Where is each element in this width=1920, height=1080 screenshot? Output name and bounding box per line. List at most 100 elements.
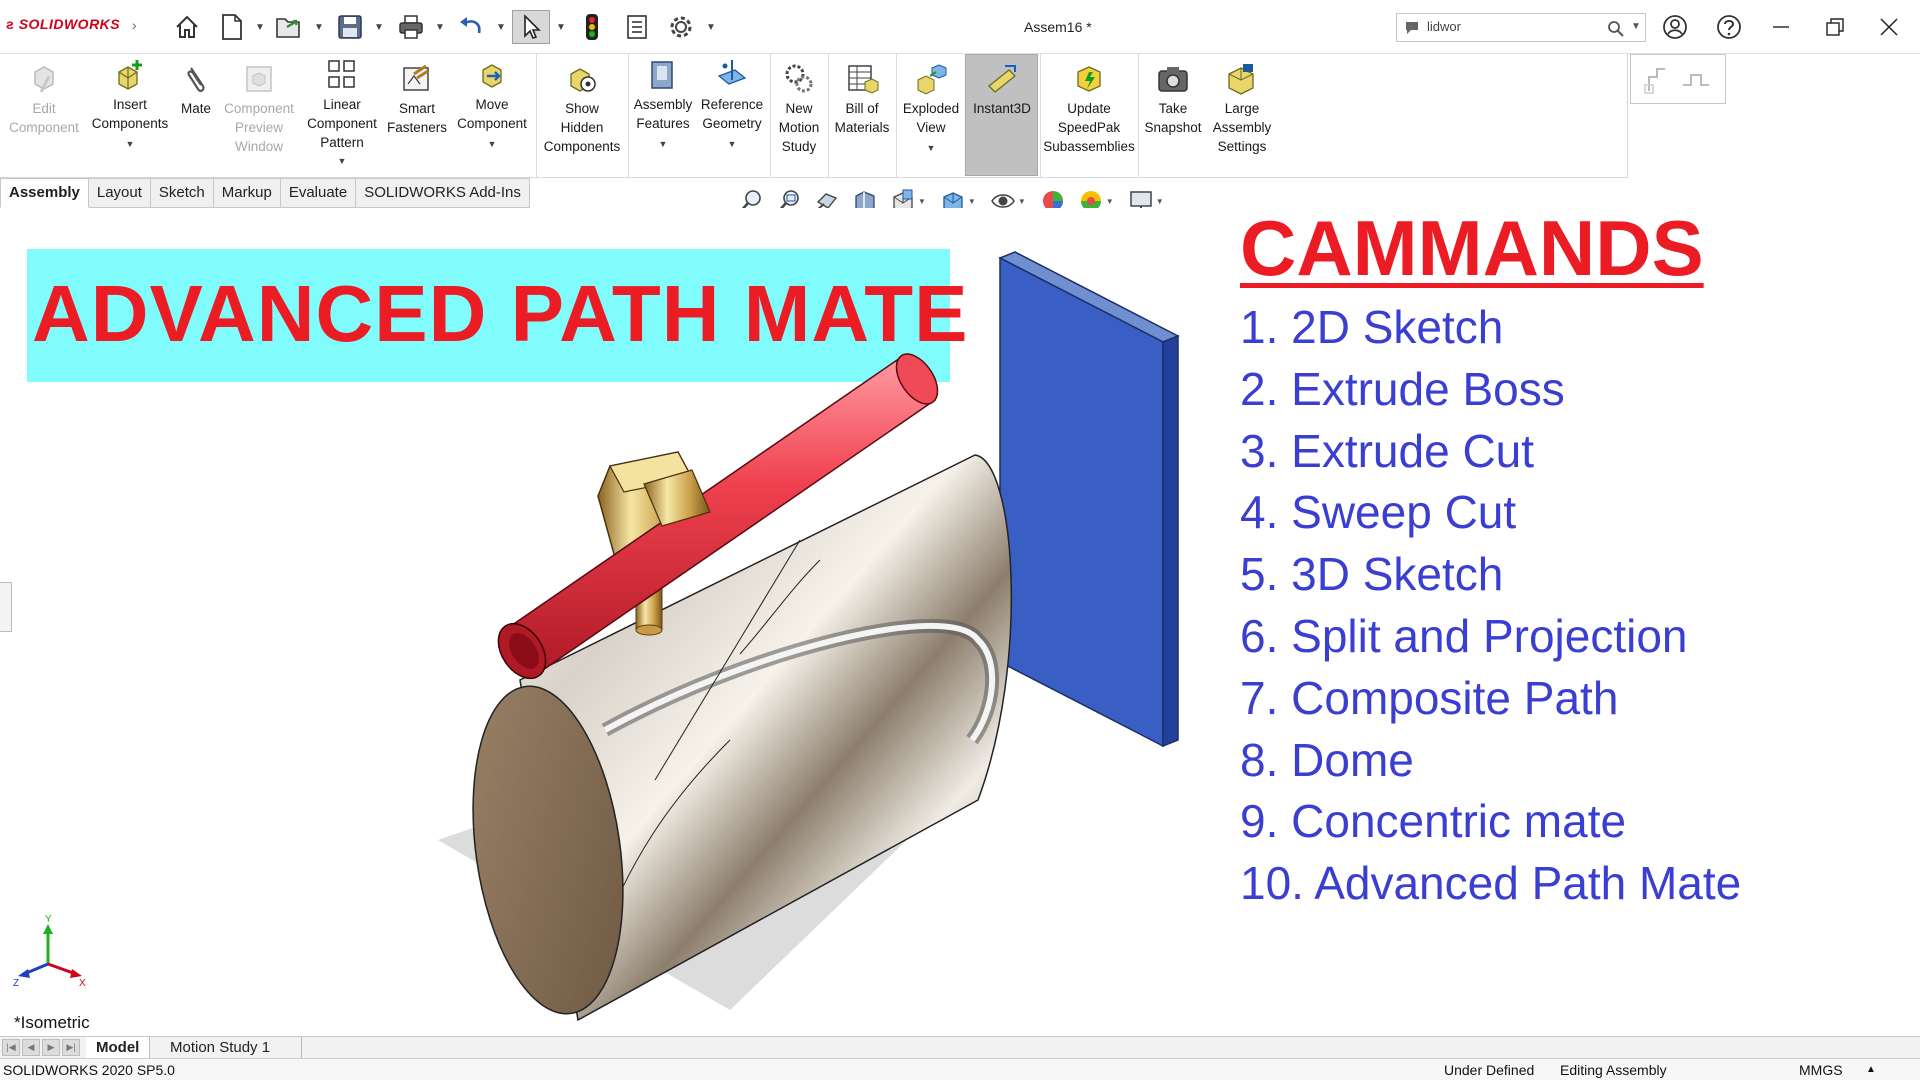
bill-of-materials-button[interactable]: Bill of Materials — [830, 62, 894, 137]
tab-model[interactable]: Model — [86, 1037, 151, 1059]
reference-geometry-dropdown-icon[interactable]: ▼ — [696, 135, 768, 154]
bill-of-materials-label-2: Materials — [834, 120, 890, 135]
next-tab-icon[interactable]: ▶ — [42, 1039, 60, 1056]
undo-dropdown-icon[interactable]: ▼ — [496, 22, 506, 33]
triad-y-label: Y — [45, 914, 52, 925]
assembly-model[interactable] — [430, 240, 1210, 1030]
linear-pattern-dropdown-icon[interactable]: ▼ — [300, 152, 384, 171]
search-dropdown-icon[interactable]: ▼ — [1631, 21, 1641, 32]
print-icon[interactable] — [395, 10, 427, 44]
open-icon[interactable] — [274, 10, 306, 44]
linear-pattern-label-2: Component — [307, 116, 377, 131]
tab-markup[interactable]: Markup — [213, 178, 281, 208]
commands-heading: CAMMANDS — [1240, 204, 1704, 292]
motion-study-label-3: Study — [781, 139, 817, 154]
display-style-dropdown-icon[interactable]: ▼ — [968, 197, 976, 206]
reference-geometry-button[interactable]: Reference Geometry ▼ — [696, 58, 768, 154]
assembly-features-button[interactable]: Assembly Features ▼ — [630, 58, 696, 154]
title-bar: ƨ SOLIDWORKS › ▼ ▼ ▼ ▼ ▼ ▼ ▼ Assem16 * l… — [0, 0, 1920, 54]
tab-assembly[interactable]: Assembly — [0, 178, 89, 208]
move-component-button[interactable]: Move Component ▼ — [452, 58, 532, 154]
tab-layout[interactable]: Layout — [88, 178, 151, 208]
show-hidden-label-1: Show — [565, 101, 599, 116]
exploded-view-dropdown-icon[interactable]: ▼ — [898, 139, 964, 158]
rebuild-icon[interactable] — [580, 10, 604, 44]
exploded-view-button[interactable]: Exploded View ▼ — [898, 62, 964, 158]
undo-icon[interactable] — [455, 10, 487, 44]
file-properties-icon[interactable] — [622, 10, 652, 44]
instant3d-label: Instant3D — [973, 101, 1031, 116]
large-assembly-settings-button[interactable]: Large Assembly Settings — [1206, 62, 1278, 156]
home-icon[interactable] — [170, 10, 204, 44]
ribbon-separator — [1138, 54, 1139, 178]
tab-sketch[interactable]: Sketch — [150, 178, 214, 208]
save-dropdown-icon[interactable]: ▼ — [374, 22, 384, 33]
select-dropdown-icon[interactable]: ▼ — [556, 22, 566, 33]
view-orientation-dropdown-icon[interactable]: ▼ — [918, 197, 926, 206]
first-tab-icon[interactable]: |◀ — [2, 1039, 20, 1056]
view-settings-dropdown-icon[interactable]: ▼ — [1156, 197, 1164, 206]
close-icon[interactable] — [1872, 12, 1906, 42]
component-preview-label-1: Component — [224, 101, 294, 116]
take-snapshot-button[interactable]: Take Snapshot — [1140, 62, 1206, 137]
unit-system-dropdown-icon[interactable]: ▲ — [1866, 1064, 1876, 1075]
search-icon[interactable] — [1607, 20, 1625, 38]
select-icon[interactable] — [512, 10, 550, 44]
last-tab-icon[interactable]: ▶| — [62, 1039, 80, 1056]
component-preview-label-2: Preview — [234, 120, 283, 135]
hide-show-dropdown-icon[interactable]: ▼ — [1018, 197, 1026, 206]
move-component-icon — [475, 58, 509, 92]
apply-scene-dropdown-icon[interactable]: ▼ — [1106, 197, 1114, 206]
instant3d-button[interactable]: Instant3D — [966, 62, 1038, 118]
component-preview-window-button[interactable]: Component Preview Window — [218, 62, 300, 156]
new-dropdown-icon[interactable]: ▼ — [255, 22, 265, 33]
search-input[interactable] — [1427, 19, 1587, 34]
command-item: 2. Extrude Boss — [1240, 362, 1565, 415]
move-component-label-2: Component — [457, 116, 527, 131]
save-icon[interactable] — [334, 10, 366, 44]
mate-button[interactable]: Mate — [176, 62, 216, 118]
take-snapshot-label-1: Take — [1158, 101, 1188, 116]
previous-tab-icon[interactable]: ◀ — [22, 1039, 40, 1056]
definition-status: Under Defined — [1444, 1062, 1535, 1078]
update-speedpak-button[interactable]: Update SpeedPak Subassemblies — [1042, 62, 1136, 156]
smart-fasteners-button[interactable]: Smart Fasteners — [384, 62, 450, 137]
model-motion-tabs: |◀ ◀ ▶ ▶| Model Motion Study 1 — [0, 1036, 1920, 1059]
menu-expand-icon[interactable]: › — [132, 17, 137, 33]
new-motion-study-button[interactable]: New Motion Study — [772, 62, 826, 156]
assembly-features-dropdown-icon[interactable]: ▼ — [630, 135, 696, 154]
linear-component-pattern-button[interactable]: Linear Component Pattern ▼ — [300, 58, 384, 171]
options-dropdown-icon[interactable]: ▼ — [706, 22, 716, 33]
component-preview-icon — [242, 62, 276, 96]
insert-components-button[interactable]: Insert Components ▼ — [88, 58, 172, 154]
minimize-icon[interactable] — [1764, 12, 1798, 42]
help-icon[interactable] — [1712, 12, 1746, 42]
options-icon[interactable] — [664, 10, 698, 44]
tab-motion-study-1[interactable]: Motion Study 1 — [160, 1037, 302, 1059]
move-component-dropdown-icon[interactable]: ▼ — [452, 135, 532, 154]
unit-system[interactable]: MMGS — [1799, 1062, 1843, 1078]
restore-icon[interactable] — [1818, 12, 1852, 42]
new-document-icon[interactable] — [218, 10, 246, 44]
edit-component-button[interactable]: Edit Component — [4, 62, 84, 137]
ribbon-separator — [628, 54, 629, 178]
open-dropdown-icon[interactable]: ▼ — [314, 22, 324, 33]
linear-pattern-label-3: Pattern — [320, 135, 364, 150]
task-pane-toggle[interactable] — [1630, 54, 1726, 104]
search-box[interactable]: ▼ — [1396, 13, 1646, 42]
bill-of-materials-icon — [845, 62, 879, 96]
solidworks-window: ƨ SOLIDWORKS › ▼ ▼ ▼ ▼ ▼ ▼ ▼ Assem16 * l… — [0, 0, 1920, 1080]
solidworks-logo[interactable]: ƨ SOLIDWORKS — [6, 16, 120, 32]
print-dropdown-icon[interactable]: ▼ — [435, 22, 445, 33]
tab-evaluate[interactable]: Evaluate — [280, 178, 357, 208]
feature-manager-collapse-handle[interactable] — [0, 582, 12, 632]
tab-solidworks-add-ins[interactable]: SOLIDWORKS Add-Ins — [356, 178, 530, 208]
insert-components-dropdown-icon[interactable]: ▼ — [88, 135, 172, 154]
show-hidden-components-button[interactable]: Show Hidden Components — [538, 62, 626, 156]
large-assembly-label-1: Large — [1224, 101, 1260, 116]
speedpak-icon — [1072, 62, 1106, 96]
large-assembly-label-3: Settings — [1217, 139, 1267, 154]
command-item: 7. Composite Path — [1240, 671, 1619, 724]
coordinate-triad: Y X Z — [13, 914, 86, 989]
user-account-icon[interactable] — [1658, 12, 1692, 42]
